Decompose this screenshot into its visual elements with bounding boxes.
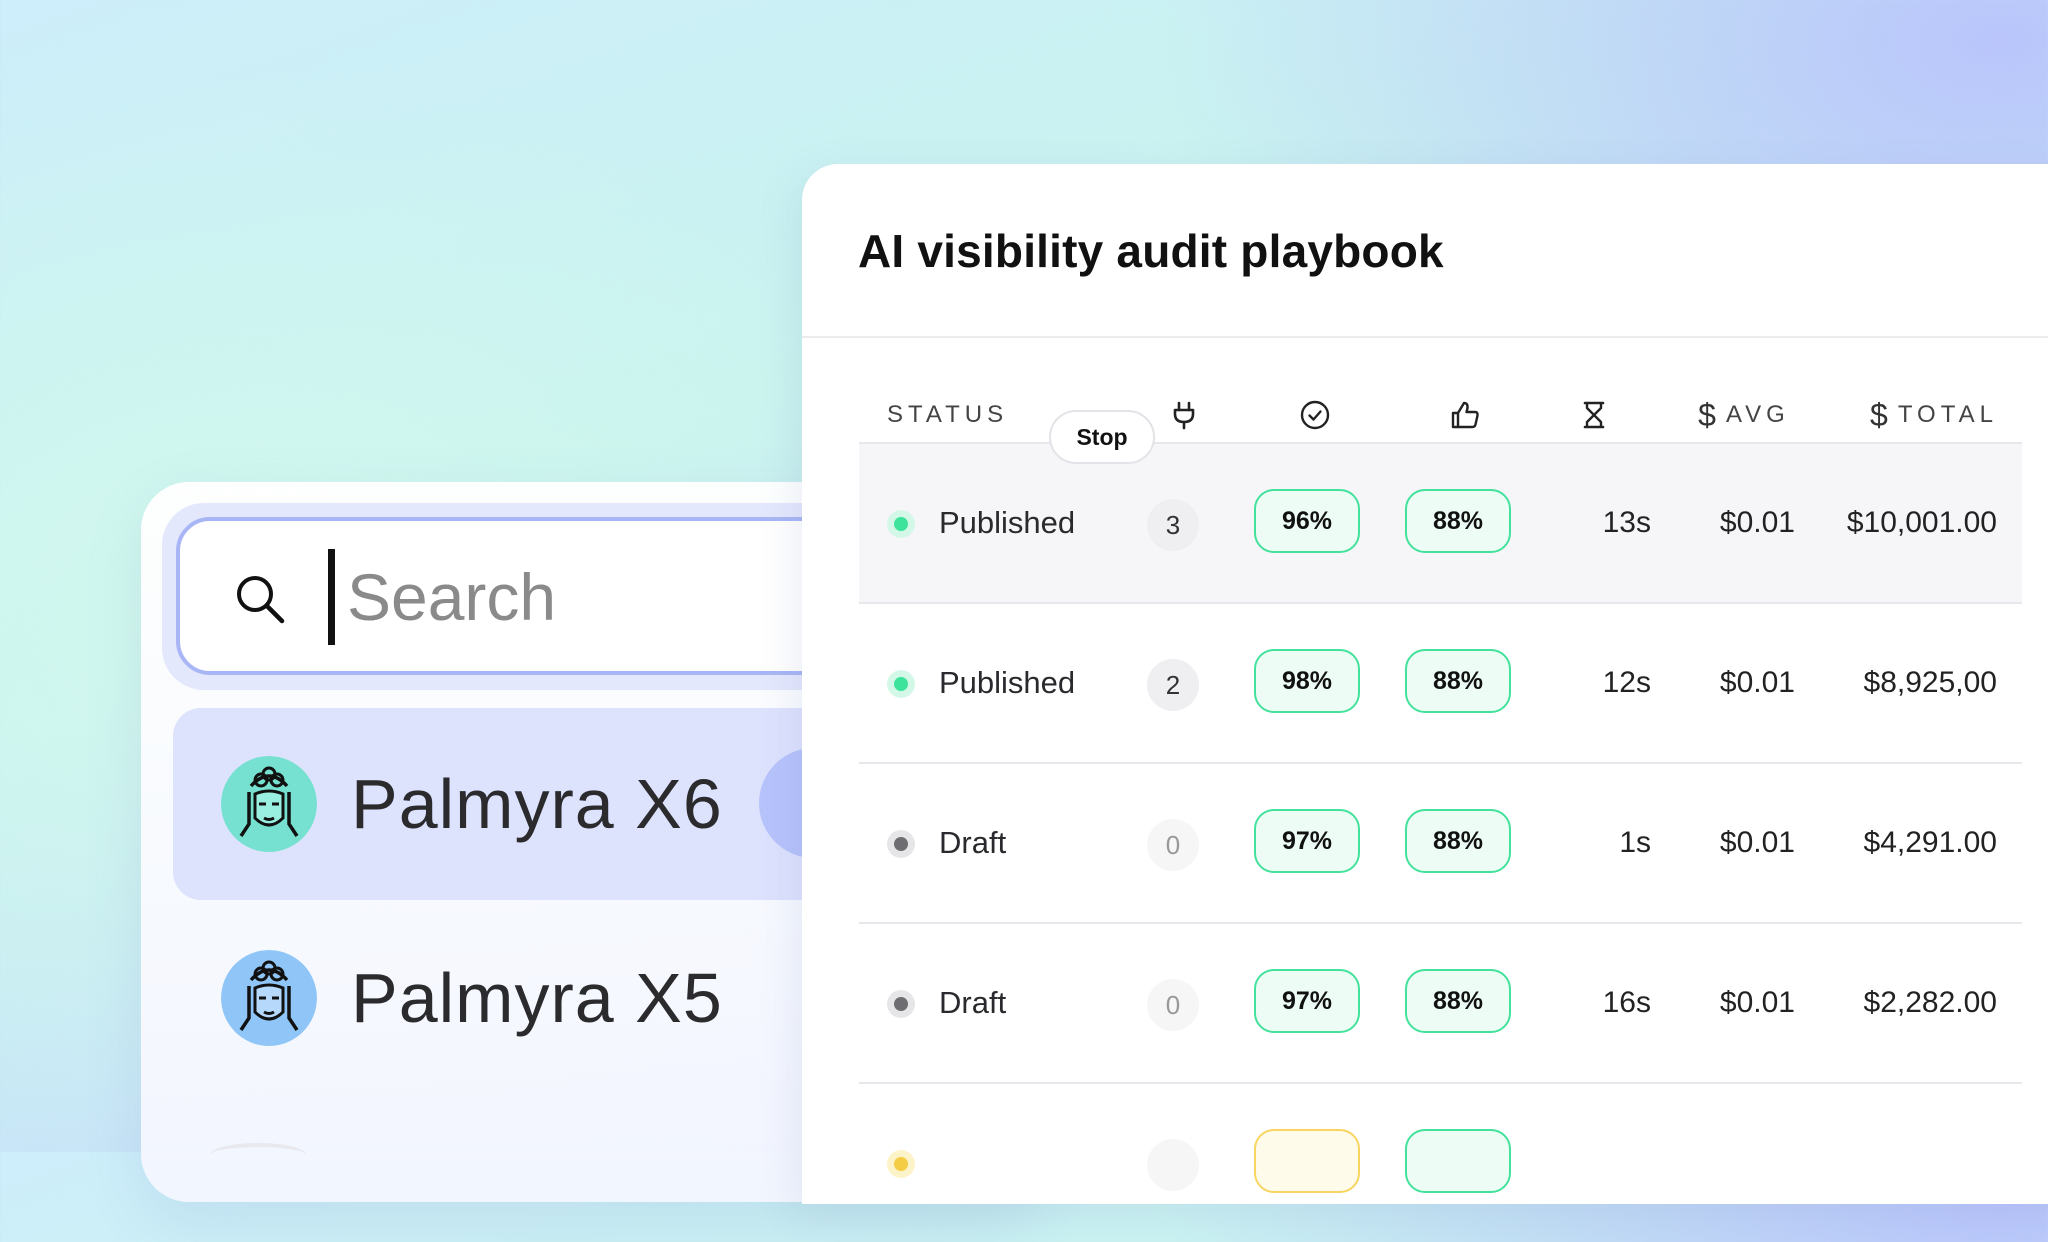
- accuracy-pill: 98%: [1254, 649, 1360, 713]
- total-label: TOTAL: [1897, 401, 1998, 428]
- total-cost-value: $4,291.00: [1863, 826, 1997, 859]
- status-label: Draft: [939, 825, 1007, 860]
- status-label: Draft: [939, 985, 1007, 1020]
- avg-cost-value: $0.01: [1719, 826, 1795, 859]
- plug-icon: [1173, 401, 1195, 430]
- search-icon: [237, 576, 285, 624]
- table-row[interactable]: Draft 0 97% 88% 1s $0.01 $4,291.00: [859, 762, 2022, 922]
- run-count: 0: [1147, 979, 1199, 1031]
- page-title: AI visibility audit playbook: [858, 225, 1444, 277]
- rating-pill: 88%: [1405, 649, 1511, 713]
- duration-value: 13s: [1602, 506, 1651, 539]
- total-cost-value: $8,925,00: [1863, 666, 1997, 699]
- palmyra-x6-avatar: [221, 756, 317, 852]
- title-divider: [802, 336, 2048, 338]
- status-label: Published: [939, 505, 1076, 540]
- model-name: Palmyra X6: [351, 765, 723, 843]
- table-row[interactable]: Draft 0 97% 88% 16s $0.01 $2,282.00: [859, 922, 2022, 1082]
- accuracy-pill: 96%: [1254, 489, 1360, 553]
- duration-value: 1s: [1619, 826, 1651, 859]
- thumbs-up-icon: [1451, 401, 1479, 429]
- run-count: 2: [1147, 659, 1199, 711]
- accuracy-pill: 97%: [1254, 969, 1360, 1033]
- run-count: 3: [1147, 499, 1199, 551]
- avg-cost-value: $0.01: [1719, 506, 1795, 539]
- total-cost-value: $2,282.00: [1863, 986, 1997, 1019]
- duration-value: 12s: [1602, 666, 1651, 699]
- model-name: Palmyra X5: [351, 959, 723, 1037]
- rating-pill: [1405, 1129, 1511, 1193]
- status-dot-pending: [887, 1150, 915, 1178]
- rating-pill: 88%: [1405, 489, 1511, 553]
- run-count-placeholder: [1147, 1139, 1199, 1191]
- rating-pill: 88%: [1405, 809, 1511, 873]
- text-caret: [328, 549, 335, 645]
- check-circle-icon: [1300, 400, 1330, 430]
- palmyra-x5-avatar: [221, 950, 317, 1046]
- dollar-symbol: $: [1870, 396, 1888, 433]
- table-row[interactable]: [859, 1082, 2022, 1242]
- status-dot-published: [887, 510, 915, 538]
- status-dot-draft: [887, 830, 915, 858]
- hourglass-icon: [1583, 401, 1605, 429]
- next-model-avatar-peek: [210, 1143, 306, 1167]
- accuracy-pill: [1254, 1129, 1360, 1193]
- total-cost-value: $10,001.00: [1846, 506, 1997, 539]
- rating-pill: 88%: [1405, 969, 1511, 1033]
- avg-label: AVG: [1725, 401, 1790, 428]
- table-row[interactable]: Published 3 Stop 96% 88% 13s $0.01 $10,0…: [859, 410, 2022, 602]
- stop-tooltip-button[interactable]: Stop: [1049, 410, 1155, 464]
- accuracy-pill: 97%: [1254, 809, 1360, 873]
- status-dot-draft: [887, 990, 915, 1018]
- playbook-table-card: AI visibility audit playbook STATUS $ AV…: [802, 164, 2048, 1204]
- status-dot-published: [887, 670, 915, 698]
- dollar-symbol: $: [1698, 396, 1716, 433]
- status-label: Published: [939, 665, 1076, 700]
- avg-cost-value: $0.01: [1719, 666, 1795, 699]
- run-count: 0: [1147, 819, 1199, 871]
- avg-cost-value: $0.01: [1719, 986, 1795, 1019]
- table-row[interactable]: Published 2 98% 88% 12s $0.01 $8,925,00: [859, 602, 2022, 762]
- duration-value: 16s: [1602, 986, 1651, 1019]
